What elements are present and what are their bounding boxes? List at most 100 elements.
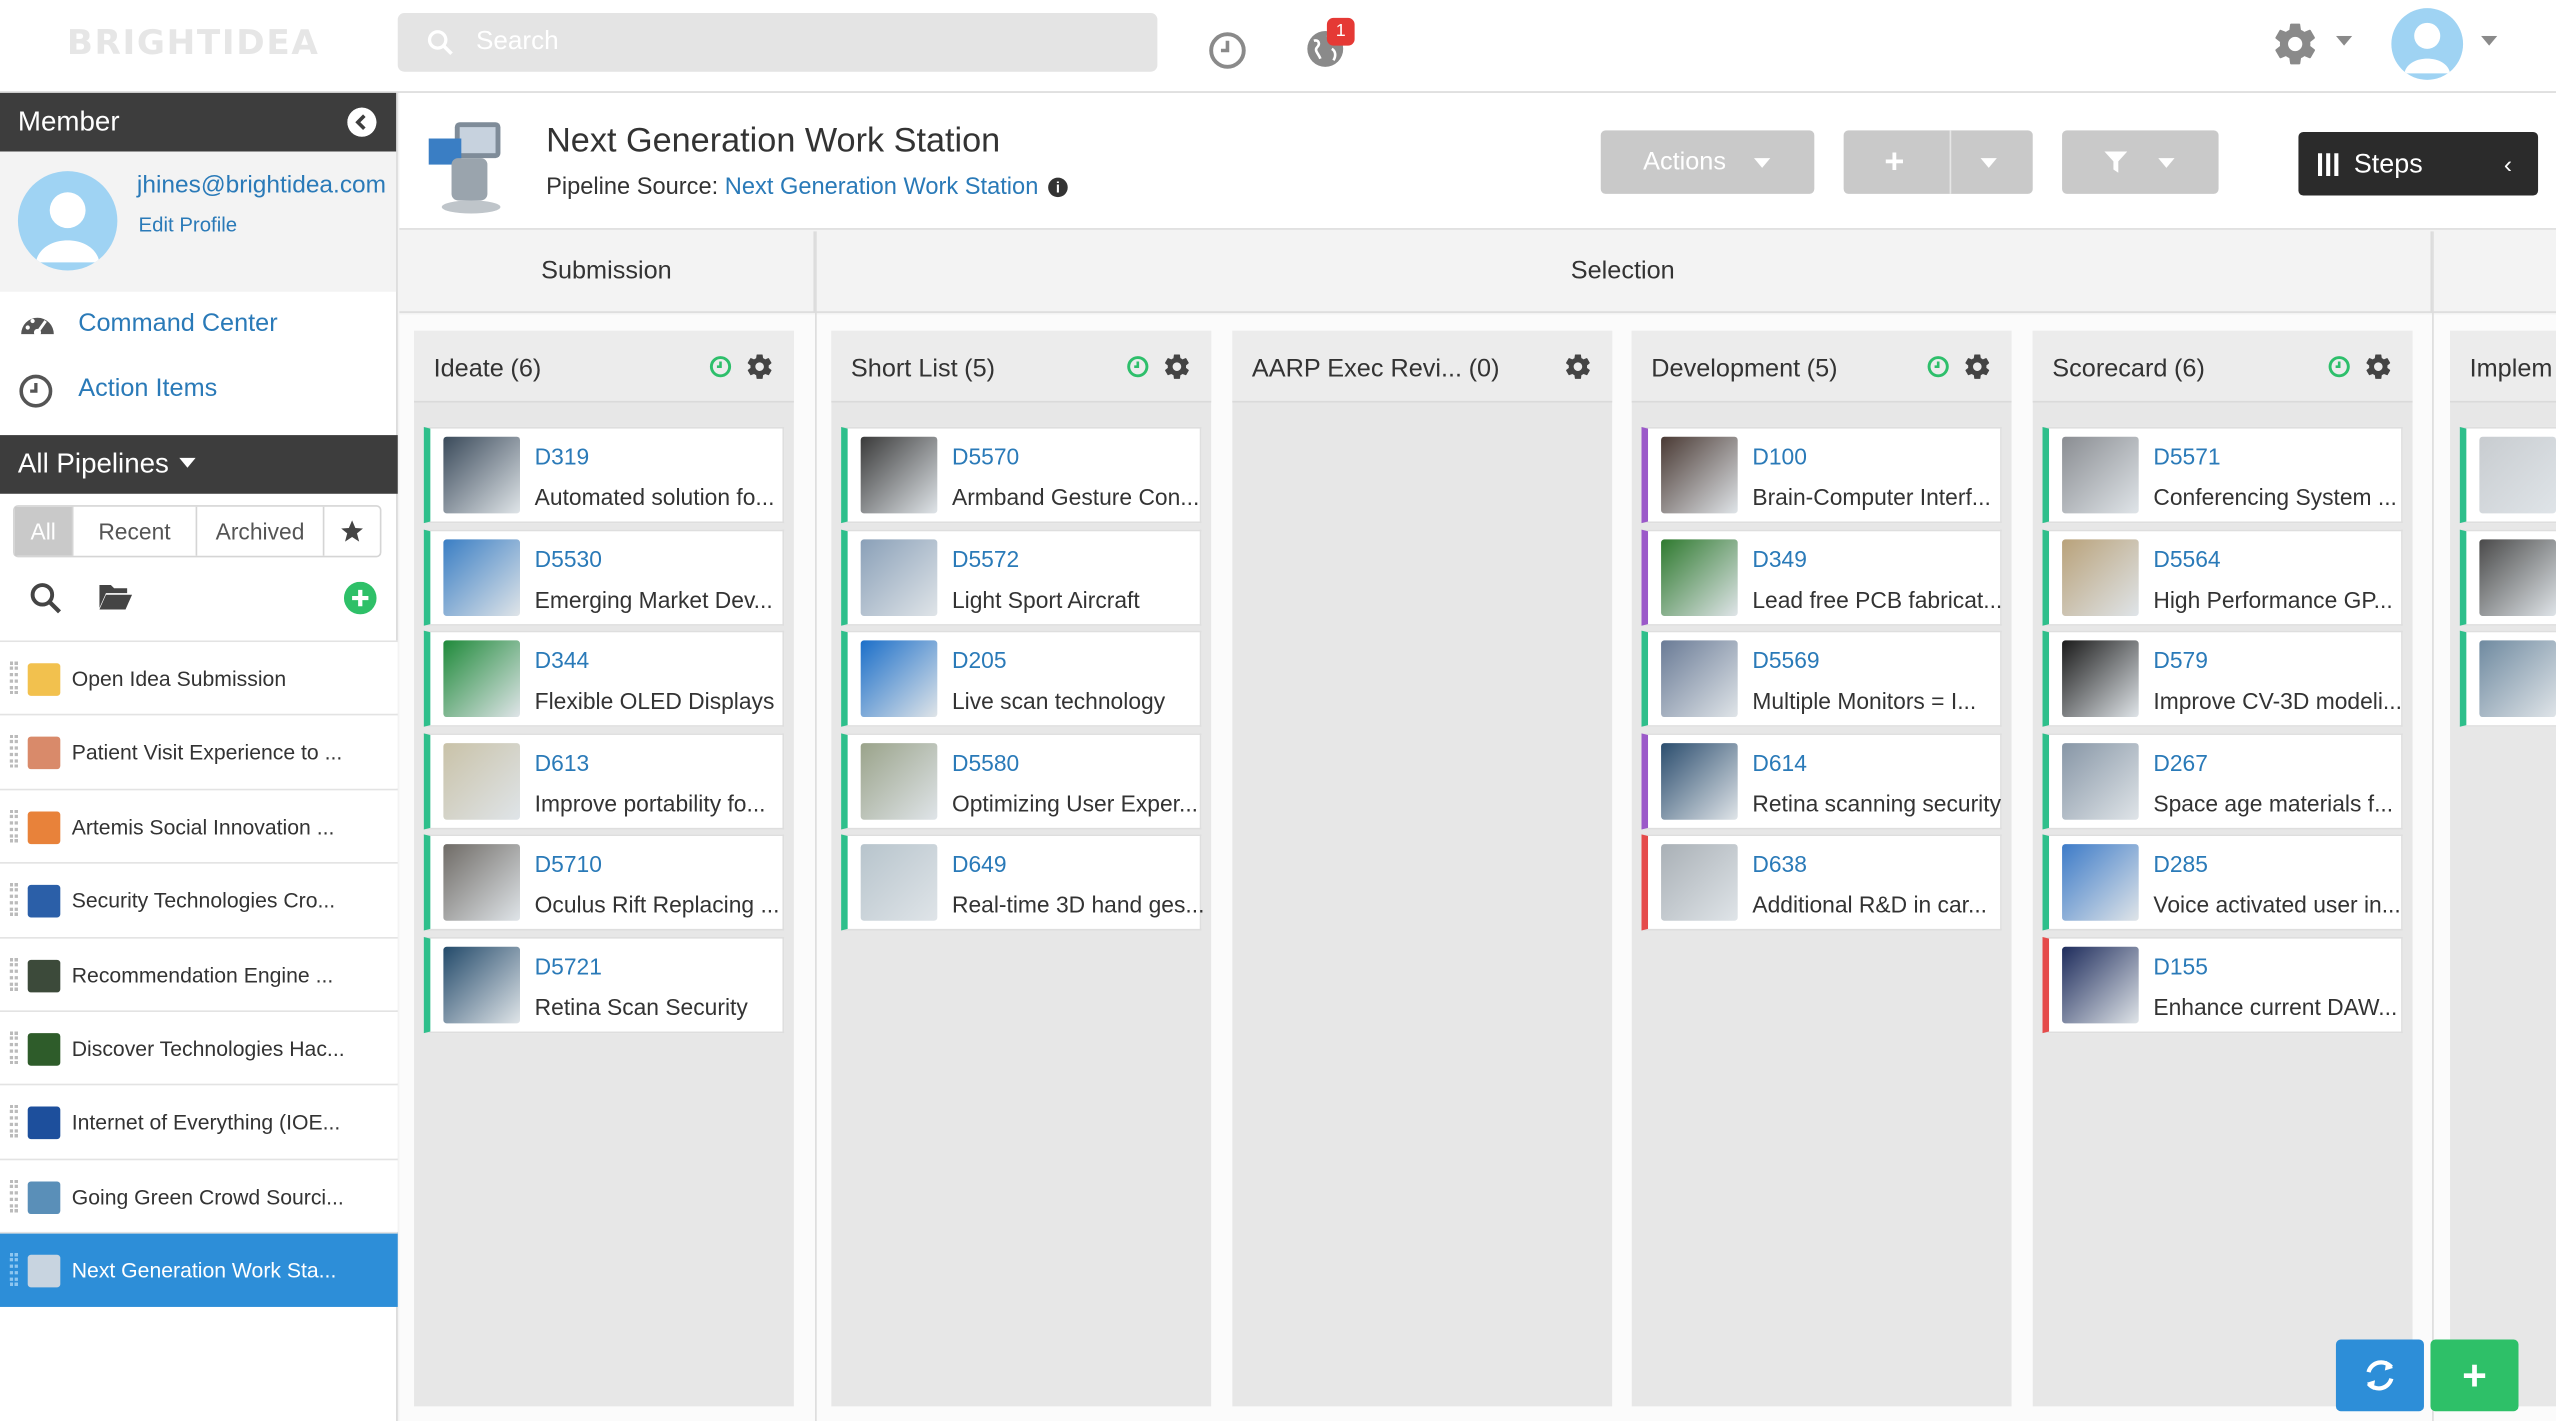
filter-recent[interactable]: Recent	[73, 506, 198, 556]
pipeline-item[interactable]: Internet of Everything (IOE...	[0, 1084, 398, 1159]
nav-command-center[interactable]: Command Center	[0, 292, 396, 357]
idea-id-link[interactable]: D155	[2153, 953, 2208, 979]
idea-id-link[interactable]: D649	[952, 851, 1007, 877]
idea-card[interactable]: D649 Real-time 3D hand ges...	[841, 834, 1204, 932]
pipeline-item[interactable]: Going Green Crowd Sourci...	[0, 1158, 398, 1233]
idea-card[interactable]: D613 Improve portability fo...	[423, 732, 785, 830]
search-icon[interactable]	[29, 582, 62, 615]
stage-column-header[interactable]: AARP Exec Revi... (0)	[1232, 330, 1613, 403]
drag-handle-icon[interactable]	[9, 661, 18, 695]
filter-starred[interactable]	[324, 507, 379, 556]
idea-id-link[interactable]: D613	[535, 749, 590, 775]
idea-card[interactable]: D614 Retina scanning security	[1641, 732, 2002, 830]
stage-column-header[interactable]: Implem	[2450, 330, 2556, 403]
user-avatar[interactable]	[2391, 8, 2464, 80]
stage-timer-icon[interactable]	[709, 355, 732, 386]
idea-id-link[interactable]: D5572	[952, 545, 1019, 571]
pipeline-item[interactable]: Security Technologies Cro...	[0, 862, 398, 937]
nav-action-items[interactable]: Action Items	[0, 357, 396, 422]
filter-all[interactable]: All	[14, 506, 74, 556]
drag-handle-icon[interactable]	[9, 735, 18, 769]
stage-column-header[interactable]: Scorecard (6)	[2032, 330, 2413, 403]
brand-logo[interactable]: BRIGHTIDEA	[67, 23, 320, 62]
stage-settings-gear-icon[interactable]	[1963, 352, 1992, 389]
idea-id-link[interactable]: D285	[2153, 851, 2208, 877]
pipeline-source-link[interactable]: Next Generation Work Station	[725, 174, 1039, 200]
idea-id-link[interactable]: D5569	[1752, 647, 1819, 673]
drag-handle-icon[interactable]	[9, 883, 18, 917]
notification-badge[interactable]: 1	[1326, 17, 1355, 46]
stage-column-header[interactable]: Development (5)	[1631, 330, 2012, 403]
actions-dropdown-button[interactable]: Actions	[1600, 130, 1815, 194]
idea-card[interactable]: D5710 Oculus Rift Replacing ...	[423, 834, 785, 932]
stage-timer-icon[interactable]	[1927, 355, 1950, 386]
stage-settings-gear-icon[interactable]	[2364, 352, 2393, 389]
idea-id-link[interactable]: D5570	[952, 443, 1019, 469]
pipeline-item[interactable]: Patient Visit Experience to ...	[0, 714, 398, 789]
filter-archived[interactable]: Archived	[197, 506, 325, 556]
idea-id-link[interactable]: D349	[1752, 545, 1807, 571]
folder-open-icon[interactable]	[98, 582, 134, 611]
refresh-button[interactable]	[2335, 1339, 2424, 1412]
idea-card[interactable]: D100 Brain-Computer Interf...	[1641, 426, 2002, 524]
clock-icon[interactable]	[1208, 31, 1247, 70]
steps-button[interactable]: Steps ‹	[2298, 131, 2539, 196]
search-input[interactable]	[475, 13, 1129, 72]
idea-id-link[interactable]: D638	[1752, 851, 1807, 877]
pipeline-item[interactable]: Next Generation Work Sta...	[0, 1232, 398, 1307]
idea-card[interactable]: D5530 Emerging Market Dev...	[423, 528, 785, 626]
idea-card[interactable]	[2459, 630, 2556, 728]
filter-dropdown-button[interactable]	[2062, 130, 2219, 194]
idea-card[interactable]: D5570 Armband Gesture Con...	[841, 426, 1202, 524]
stage-column-header[interactable]: Short List (5)	[831, 330, 1212, 403]
add-pipeline-icon[interactable]	[343, 581, 377, 615]
profile-email[interactable]: jhines@brightidea.com	[137, 171, 386, 199]
add-dropdown-button[interactable]: +	[1843, 130, 2033, 194]
idea-card[interactable]: D349 Lead free PCB fabricat...	[1641, 528, 2002, 626]
idea-id-link[interactable]: D100	[1752, 443, 1807, 469]
stage-settings-gear-icon[interactable]	[1162, 352, 1191, 389]
profile-avatar[interactable]	[17, 171, 118, 271]
settings-gear-icon[interactable]	[2271, 20, 2320, 69]
drag-handle-icon[interactable]	[9, 809, 18, 843]
idea-card[interactable]	[2459, 426, 2556, 524]
drag-handle-icon[interactable]	[9, 957, 18, 991]
search-box[interactable]	[397, 13, 1158, 72]
stage-settings-gear-icon[interactable]	[1563, 352, 1592, 389]
idea-id-link[interactable]: D267	[2153, 749, 2208, 775]
idea-id-link[interactable]: D319	[535, 443, 590, 469]
caret-down-icon[interactable]	[1980, 158, 1997, 168]
info-icon[interactable]: i	[1048, 177, 1068, 198]
stage-column-header[interactable]: Ideate (6)	[414, 330, 794, 403]
user-menu-caret-icon[interactable]	[2481, 35, 2498, 47]
drag-handle-icon[interactable]	[9, 1253, 18, 1286]
edit-profile-link[interactable]: Edit Profile	[139, 213, 238, 236]
pipeline-item[interactable]: Open Idea Submission	[0, 640, 398, 715]
pipeline-item[interactable]: Discover Technologies Hac...	[0, 1010, 398, 1085]
drag-handle-icon[interactable]	[9, 1105, 18, 1139]
stage-settings-gear-icon[interactable]	[745, 352, 774, 389]
idea-card[interactable]	[2459, 528, 2556, 626]
idea-id-link[interactable]: D5580	[952, 749, 1019, 775]
idea-card[interactable]: D5569 Multiple Monitors = I...	[1641, 630, 2002, 728]
pipeline-item[interactable]: Artemis Social Innovation ...	[0, 788, 398, 863]
idea-card[interactable]: D5580 Optimizing User Exper...	[841, 732, 1202, 830]
stage-timer-icon[interactable]	[1126, 355, 1149, 386]
drag-handle-icon[interactable]	[9, 1031, 18, 1065]
idea-id-link[interactable]: D614	[1752, 749, 1807, 775]
add-idea-button[interactable]: +	[2430, 1339, 2519, 1412]
idea-card[interactable]: D205 Live scan technology	[841, 630, 1202, 728]
idea-id-link[interactable]: D5571	[2153, 443, 2220, 469]
idea-id-link[interactable]: D5710	[535, 851, 602, 877]
idea-card[interactable]: D5572 Light Sport Aircraft	[841, 528, 1202, 626]
idea-id-link[interactable]: D5530	[535, 545, 602, 571]
idea-card[interactable]: D5571 Conferencing System ...	[2042, 426, 2403, 524]
idea-card[interactable]: D267 Space age materials f...	[2042, 732, 2403, 830]
collapse-sidebar-icon[interactable]	[347, 107, 377, 137]
drag-handle-icon[interactable]	[9, 1179, 18, 1212]
settings-caret-icon[interactable]	[2335, 35, 2353, 47]
idea-id-link[interactable]: D5564	[2153, 545, 2220, 571]
idea-id-link[interactable]: D5721	[535, 953, 602, 979]
idea-card[interactable]: D155 Enhance current DAW...	[2042, 936, 2403, 1034]
idea-card[interactable]: D319 Automated solution fo...	[423, 426, 785, 524]
